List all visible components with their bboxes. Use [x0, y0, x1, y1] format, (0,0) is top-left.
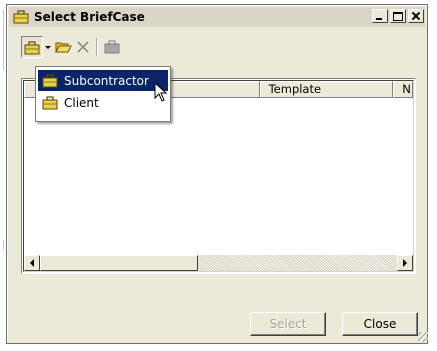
- menu-item-subcontractor[interactable]: Subcontractor: [38, 70, 168, 91]
- arrow-right-icon: [403, 259, 407, 267]
- scroll-track[interactable]: [198, 255, 397, 271]
- briefcase-icon: [42, 73, 58, 88]
- toolbar: [21, 34, 122, 60]
- arrow-left-icon: [30, 259, 34, 267]
- scroll-right-button[interactable]: [397, 255, 413, 271]
- window-controls: [370, 9, 424, 23]
- close-window-button[interactable]: [408, 9, 424, 23]
- scroll-left-button[interactable]: [24, 255, 40, 271]
- briefcase-button[interactable]: [102, 36, 122, 58]
- open-folder-icon: [54, 42, 72, 53]
- close-button[interactable]: Close: [342, 312, 418, 336]
- toolbar-separator: [96, 38, 97, 56]
- minimize-button[interactable]: [372, 9, 388, 23]
- column-header-template[interactable]: Template: [259, 81, 394, 98]
- resize-grip-icon[interactable]: [418, 332, 428, 342]
- horizontal-scrollbar[interactable]: [24, 255, 413, 271]
- new-briefcase-dropdown-menu: Subcontractor Client: [35, 66, 171, 122]
- menu-item-label: Subcontractor: [64, 73, 149, 88]
- page-edge-line: [3, 10, 4, 70]
- maximize-button[interactable]: [390, 9, 406, 23]
- column-header-n[interactable]: N: [393, 81, 413, 98]
- mouse-pointer-icon: [154, 82, 168, 102]
- new-briefcase-icon: [24, 40, 40, 54]
- delete-button[interactable]: [73, 36, 93, 58]
- dropdown-arrow-icon[interactable]: [43, 36, 53, 58]
- briefcase-icon: [104, 40, 120, 54]
- briefcase-icon: [42, 95, 58, 110]
- window-title: Select BriefCase: [34, 10, 145, 24]
- menu-item-client[interactable]: Client: [38, 92, 168, 113]
- menu-item-label: Client: [64, 95, 99, 110]
- open-button[interactable]: [53, 36, 73, 58]
- page-edge-line: [3, 240, 4, 250]
- new-briefcase-button[interactable]: [21, 36, 43, 58]
- delete-icon: [77, 41, 89, 53]
- title-bar[interactable]: Select BriefCase: [9, 7, 425, 27]
- briefcase-icon: [13, 10, 29, 24]
- select-button[interactable]: Select: [250, 312, 326, 336]
- scroll-thumb[interactable]: [40, 255, 198, 271]
